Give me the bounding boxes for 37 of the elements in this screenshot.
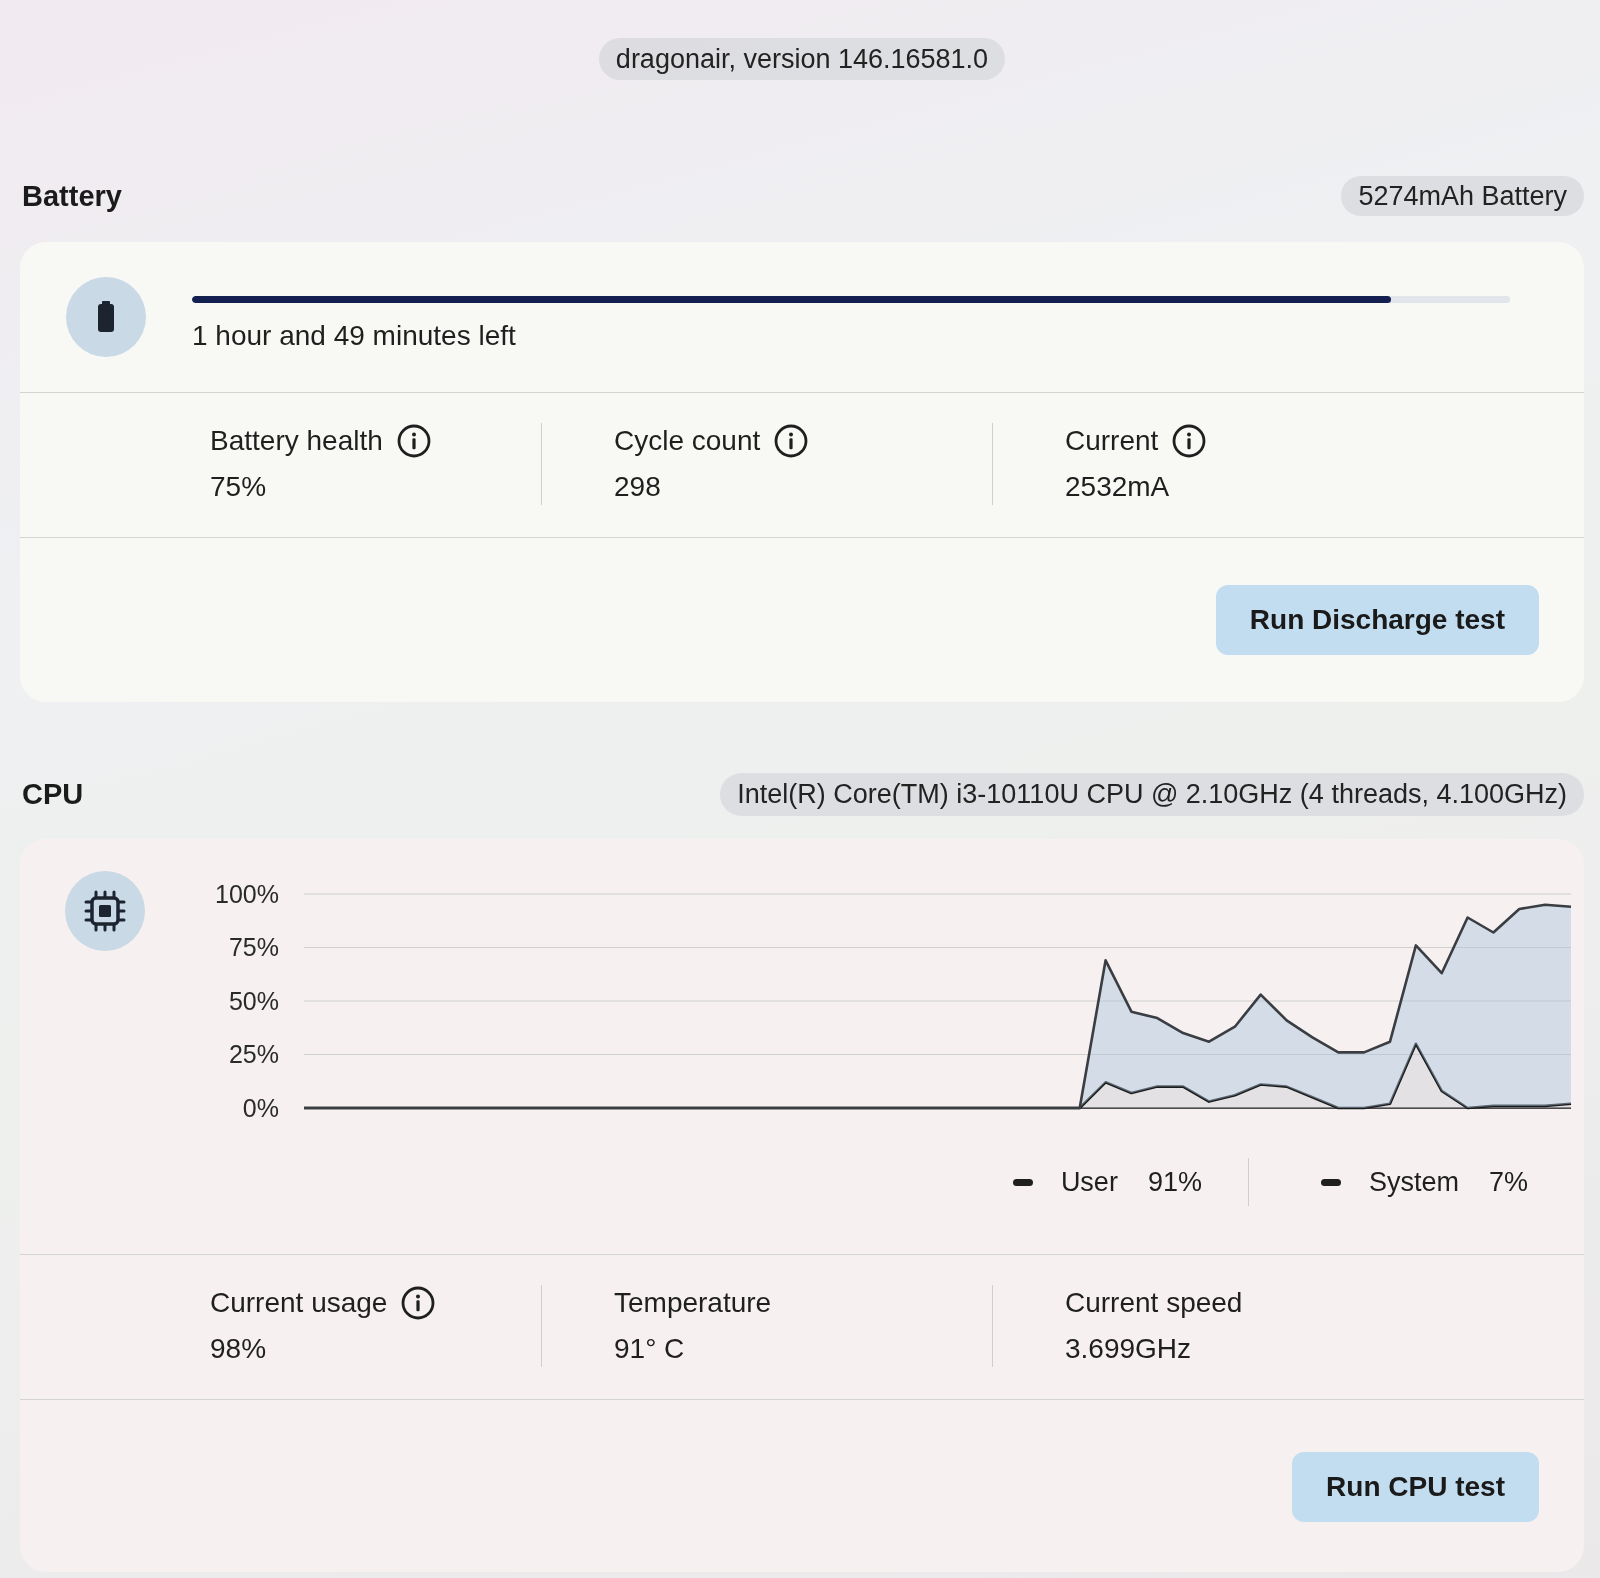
section-title: Battery	[22, 179, 122, 213]
run-cpu-test-button[interactable]: Run CPU test	[1292, 1452, 1539, 1522]
y-axis-label: 25%	[228, 1040, 279, 1069]
y-axis-label: 50%	[228, 986, 279, 1015]
stat-value: 75%	[210, 470, 267, 504]
y-axis-label: 0%	[242, 1093, 279, 1121]
stat-value: 2532mA	[1065, 470, 1170, 504]
info-icon[interactable]	[401, 1286, 436, 1320]
time-remaining-text: 1 hour and 49 minutes left	[192, 319, 516, 353]
stat-value: 3.699GHz	[1065, 1332, 1192, 1366]
cpu-chip-icon	[65, 871, 145, 951]
legend-label: System	[1368, 1166, 1459, 1198]
legend-label: User	[1060, 1166, 1118, 1198]
info-icon[interactable]	[1172, 424, 1207, 458]
legend-swatch-icon	[1320, 1178, 1341, 1186]
stat-label: Cycle count	[614, 424, 761, 458]
stat-value: 298	[614, 470, 661, 504]
stat-value: 91° C	[614, 1332, 685, 1366]
stat-label: Current usage	[210, 1286, 388, 1320]
run-discharge-test-button[interactable]: Run Discharge test	[1215, 585, 1539, 655]
legend-swatch-icon	[1012, 1178, 1033, 1186]
section-title: CPU	[22, 778, 84, 811]
info-icon[interactable]	[396, 424, 431, 458]
stat-label: Battery health	[210, 424, 383, 458]
info-icon[interactable]	[774, 424, 809, 458]
legend-value: 91%	[1147, 1166, 1202, 1198]
version-badge: dragonair, version 146.16581.0	[598, 38, 1006, 80]
battery-icon	[66, 277, 146, 357]
cpu-model-badge: Intel(R) Core(TM) i3-10110U CPU @ 2.10GHz (4 threads, 4.100GHz)	[720, 773, 1584, 816]
legend-value: 7%	[1488, 1166, 1528, 1198]
stat-label: Current speed	[1065, 1286, 1243, 1320]
stat-label: Current	[1065, 424, 1159, 458]
y-axis-label: 100%	[215, 879, 279, 908]
stat-value: 98%	[210, 1332, 267, 1366]
battery-capacity-badge: 5274mAh Battery	[1341, 176, 1584, 216]
y-axis-label: 75%	[228, 933, 279, 962]
stat-label: Temperature	[614, 1286, 772, 1320]
